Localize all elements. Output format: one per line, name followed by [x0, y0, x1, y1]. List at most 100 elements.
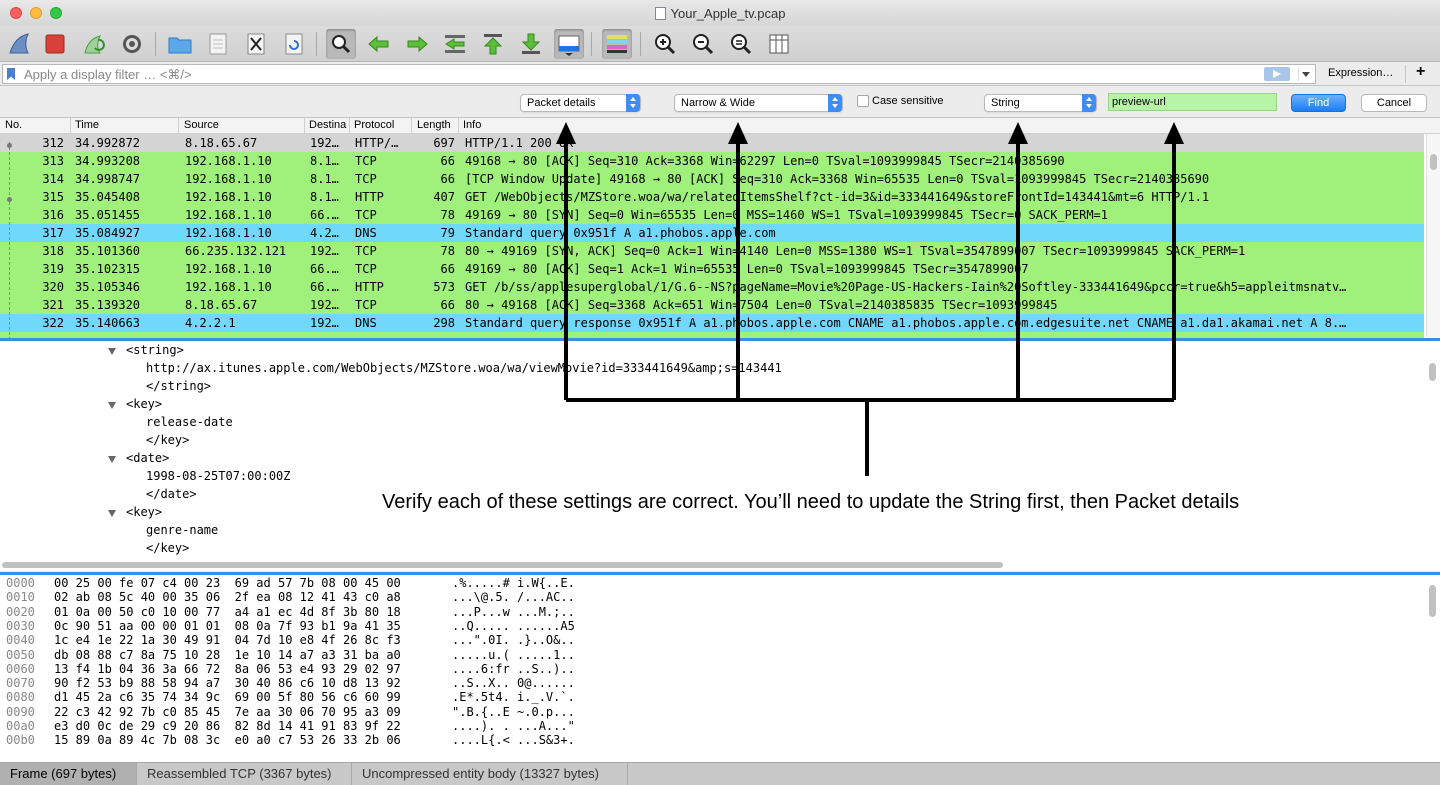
- shark-fin-start-icon[interactable]: [5, 29, 35, 59]
- column-header-destination[interactable]: Destina: [309, 119, 346, 131]
- details-horizontal-scrollbar[interactable]: [2, 561, 1426, 569]
- close-file-icon[interactable]: [241, 29, 271, 59]
- hex-row[interactable]: 0060 13 f4 1b 04 36 3a 66 72 8a 06 53 e4 …: [6, 662, 575, 676]
- find-button[interactable]: Find: [1291, 94, 1346, 112]
- detail-row[interactable]: </key>: [146, 541, 189, 559]
- detail-row[interactable]: http://ax.itunes.apple.com/WebObjects/MZ…: [146, 361, 782, 379]
- stop-capture-icon[interactable]: [40, 29, 70, 59]
- details-scroll-thumb[interactable]: [1429, 363, 1436, 381]
- hex-bytes[interactable]: 02 ab 08 5c 40 00 35 06 2f ea 08 12 41 4…: [54, 590, 401, 604]
- detail-row[interactable]: </key>: [146, 433, 189, 451]
- colorize-icon[interactable]: [602, 29, 632, 59]
- hex-ascii[interactable]: .E*.5t4. i._.V.`.: [452, 690, 575, 704]
- hex-ascii[interactable]: ....). . ...A...": [452, 719, 575, 733]
- zoom-out-icon[interactable]: [688, 29, 718, 59]
- char-width-select[interactable]: Narrow & Wide: [674, 94, 843, 112]
- hex-bytes[interactable]: 00 25 00 fe 07 c4 00 23 69 ad 57 7b 08 0…: [54, 576, 401, 590]
- packet-list-scrollbar[interactable]: [1426, 134, 1440, 340]
- expand-triangle-icon[interactable]: [108, 402, 116, 409]
- packet-row[interactable]: 320 35.105346 192.168.1.10 66.… HTTP 573 GET /…: [0, 278, 1424, 296]
- tab-frame[interactable]: Frame (697 bytes): [0, 763, 137, 785]
- hex-row[interactable]: 00a0 e3 d0 0c de 29 c9 20 86 82 8d 14 41 …: [6, 719, 575, 733]
- autoscroll-icon[interactable]: [554, 29, 584, 59]
- zoom-normal-icon[interactable]: [726, 29, 756, 59]
- column-header-no[interactable]: No.: [5, 119, 22, 131]
- hex-ascii[interactable]: ".B.{..E ~.0.p...: [452, 705, 575, 719]
- hex-ascii[interactable]: ....L{.< ...S&3+.: [452, 733, 575, 747]
- resize-columns-icon[interactable]: [764, 29, 794, 59]
- hex-row[interactable]: 0040 1c e4 1e 22 1a 30 49 91 04 7d 10 e8 …: [6, 633, 575, 647]
- hex-bytes[interactable]: db 08 88 c7 8a 75 10 28 1e 10 14 a7 a3 3…: [54, 648, 401, 662]
- filter-history-dropdown-icon[interactable]: [1298, 67, 1312, 81]
- bookmark-icon[interactable]: [7, 68, 15, 80]
- hex-ascii[interactable]: .....u.( .....1..: [452, 648, 575, 662]
- zoom-in-icon[interactable]: [650, 29, 680, 59]
- details-scrollbar[interactable]: [1426, 341, 1440, 559]
- hex-ascii[interactable]: ..Q..... ......A5: [452, 619, 575, 633]
- detail-row[interactable]: </string>: [146, 379, 211, 397]
- packet-row[interactable]: 317 35.084927 192.168.1.10 4.2… DNS 79 Standar…: [0, 224, 1424, 242]
- case-sensitive-checkbox[interactable]: [857, 95, 869, 107]
- add-filter-button[interactable]: +: [1416, 63, 1425, 81]
- packet-row[interactable]: 322 35.140663 4.2.2.1 192… DNS 298 Standard qu…: [0, 314, 1424, 332]
- first-packet-icon[interactable]: [478, 29, 508, 59]
- column-header-source[interactable]: Source: [184, 119, 219, 131]
- open-folder-icon[interactable]: [165, 29, 195, 59]
- hex-bytes[interactable]: 90 f2 53 b9 88 58 94 a7 30 40 86 c6 10 d…: [54, 676, 401, 690]
- bytes-scrollbar[interactable]: [1426, 575, 1440, 762]
- hex-row[interactable]: 0020 01 0a 00 50 c0 10 00 77 a4 a1 ec 4d …: [6, 605, 575, 619]
- reload-icon[interactable]: [279, 29, 309, 59]
- capture-options-gear-icon[interactable]: [117, 29, 147, 59]
- expression-button[interactable]: Expression…: [1328, 67, 1393, 79]
- packet-row[interactable]: 314 34.998747 192.168.1.10 8.1… TCP 66 [TCP Wi…: [0, 170, 1424, 188]
- hex-row[interactable]: 0010 02 ab 08 5c 40 00 35 06 2f ea 08 12 …: [6, 590, 575, 604]
- hex-bytes[interactable]: 22 c3 42 92 7b c0 85 45 7e aa 30 06 70 9…: [54, 705, 401, 719]
- hex-bytes[interactable]: e3 d0 0c de 29 c9 20 86 82 8d 14 41 91 8…: [54, 719, 401, 733]
- detail-row[interactable]: <key>: [126, 505, 162, 523]
- go-to-packet-icon[interactable]: [440, 29, 470, 59]
- tab-reassembled-tcp[interactable]: Reassembled TCP (3367 bytes): [137, 763, 352, 785]
- expand-triangle-icon[interactable]: [108, 510, 116, 517]
- hex-row[interactable]: 00b0 15 89 0a 89 4c 7b 08 3c e0 a0 c7 53 …: [6, 733, 575, 747]
- hex-row[interactable]: 0090 22 c3 42 92 7b c0 85 45 7e aa 30 06 …: [6, 705, 575, 719]
- packet-row[interactable]: 319 35.102315 192.168.1.10 66.… TCP 66 49169 →…: [0, 260, 1424, 278]
- packet-row[interactable]: 316 35.051455 192.168.1.10 66.… TCP 78 49169 →…: [0, 206, 1424, 224]
- file-icon[interactable]: [203, 29, 233, 59]
- back-arrow-icon[interactable]: [364, 29, 394, 59]
- hex-bytes[interactable]: 01 0a 00 50 c0 10 00 77 a4 a1 ec 4d 8f 3…: [54, 605, 401, 619]
- forward-arrow-icon[interactable]: [402, 29, 432, 59]
- packet-row[interactable]: 315 35.045408 192.168.1.10 8.1… HTTP 407 GET /…: [0, 188, 1424, 206]
- find-magnifier-icon[interactable]: [326, 29, 356, 59]
- hex-ascii[interactable]: ...\@.5. /...AC..: [452, 590, 575, 604]
- detail-row[interactable]: genre-name: [146, 523, 218, 541]
- last-packet-icon[interactable]: [516, 29, 546, 59]
- bytes-scroll-thumb[interactable]: [1429, 585, 1436, 617]
- hex-ascii[interactable]: ...".0I. .}..O&..: [452, 633, 575, 647]
- packet-row[interactable]: 321 35.139320 8.18.65.67 192… TCP 66 80 → 4916…: [0, 296, 1424, 314]
- detail-row[interactable]: <date>: [126, 451, 169, 469]
- cancel-button[interactable]: Cancel: [1361, 94, 1427, 112]
- hex-ascii[interactable]: ...P...w ...M.;..: [452, 605, 575, 619]
- apply-filter-arrow-icon[interactable]: [1264, 67, 1290, 81]
- column-header-time[interactable]: Time: [75, 119, 99, 131]
- hex-ascii[interactable]: .%.....# i.W{..E.: [452, 576, 575, 590]
- search-type-select[interactable]: String: [984, 94, 1097, 112]
- detail-row[interactable]: release-date: [146, 415, 233, 433]
- packet-row[interactable]: 318 35.101360 66.235.132.121 192… TCP 78 80 → …: [0, 242, 1424, 260]
- packet-list-scroll-thumb[interactable]: [1430, 154, 1437, 170]
- detail-row[interactable]: <string>: [126, 343, 184, 361]
- find-search-input[interactable]: preview-url: [1108, 93, 1277, 111]
- hex-row[interactable]: 0050 db 08 88 c7 8a 75 10 28 1e 10 14 a7 …: [6, 648, 575, 662]
- hex-bytes[interactable]: 1c e4 1e 22 1a 30 49 91 04 7d 10 e8 4f 2…: [54, 633, 401, 647]
- packet-row[interactable]: 313 34.993208 192.168.1.10 8.1… TCP 66 49168 →…: [0, 152, 1424, 170]
- hex-row[interactable]: 0070 90 f2 53 b9 88 58 94 a7 30 40 86 c6 …: [6, 676, 575, 690]
- expand-triangle-icon[interactable]: [108, 456, 116, 463]
- hex-row[interactable]: 0000 00 25 00 fe 07 c4 00 23 69 ad 57 7b …: [6, 576, 575, 590]
- hex-ascii[interactable]: ....6:fr ..S..)..: [452, 662, 575, 676]
- hex-row[interactable]: 0030 0c 90 51 aa 00 00 01 01 08 0a 7f 93 …: [6, 619, 575, 633]
- hex-ascii[interactable]: ..S..X.. 0@......: [452, 676, 575, 690]
- packet-row[interactable]: 312 34.992872 8.18.65.67 192… HTTP/… 697 HTTP/…: [0, 134, 1424, 152]
- hex-bytes[interactable]: 0c 90 51 aa 00 00 01 01 08 0a 7f 93 b1 9…: [54, 619, 401, 633]
- search-in-select[interactable]: Packet details: [520, 94, 641, 112]
- tab-uncompressed-body[interactable]: Uncompressed entity body (13327 bytes): [352, 763, 628, 785]
